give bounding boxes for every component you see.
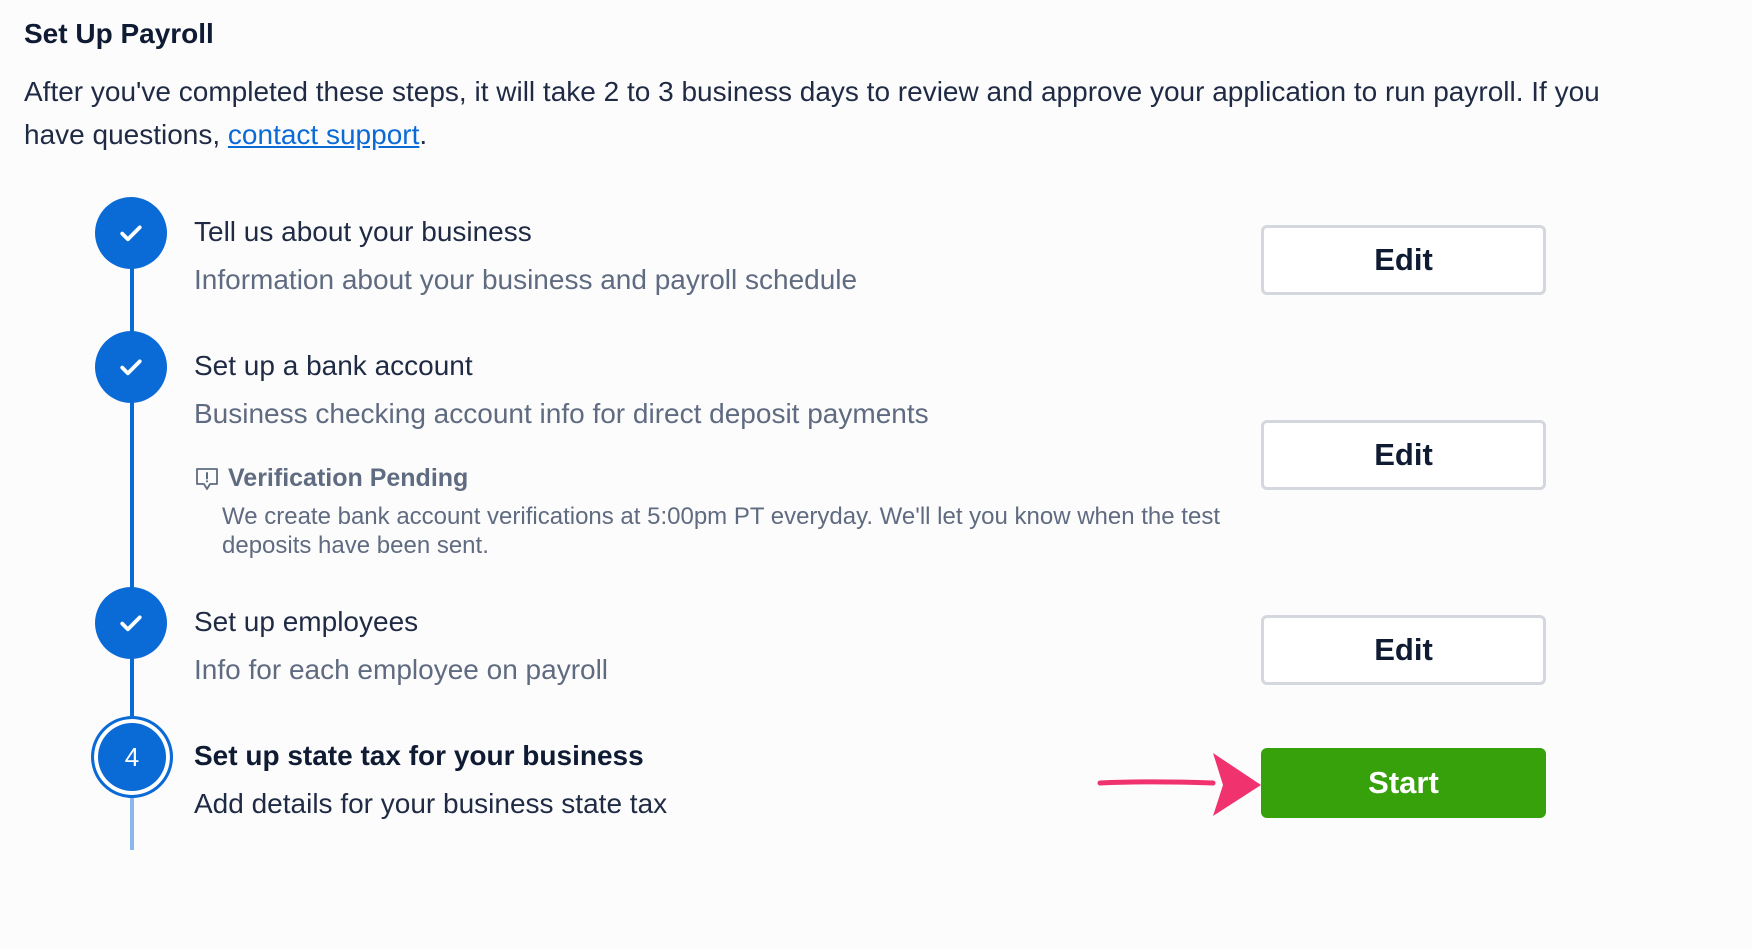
check-icon [120,615,142,632]
step-description: Add details for your business state tax [194,788,668,819]
step-description: Info for each employee on payroll [194,654,609,685]
contact-support-link[interactable]: contact support [228,119,419,150]
verification-status-title: Verification Pending [228,464,469,492]
edit-bank-account-button[interactable]: Edit [1261,420,1546,490]
edit-business-button[interactable]: Edit [1261,225,1546,295]
check-icon [120,359,142,376]
edit-employees-button[interactable]: Edit [1261,615,1546,685]
start-state-tax-button[interactable]: Start [1261,748,1546,818]
step-title: Set up employees [194,606,419,637]
check-icon [120,225,142,242]
step-title: Set up a bank account [194,350,473,381]
step-description: Business checking account info for direc… [194,398,929,429]
step-number: 4 [124,741,140,772]
payroll-setup-page: Set Up Payroll After you've completed th… [0,0,1752,950]
verification-status-text: We create bank account verifications at … [222,503,1220,559]
step-complete-indicator [95,197,167,269]
step-description: Information about your business and payr… [194,264,858,295]
step-number-indicator: 4 [91,716,173,798]
step-title: Set up state tax for your business [194,740,644,771]
timeline-line [130,798,134,850]
page-title: Set Up Payroll [24,18,214,49]
intro-text: After you've completed these steps, it w… [24,76,1600,150]
step-title: Tell us about your business [194,216,532,247]
alert-icon [196,468,218,490]
step-complete-indicator [95,587,167,659]
timeline-line [130,658,134,716]
timeline-line [130,268,134,332]
step-complete-indicator [95,331,167,403]
arrow-icon [1097,753,1261,816]
timeline-line [130,402,134,588]
